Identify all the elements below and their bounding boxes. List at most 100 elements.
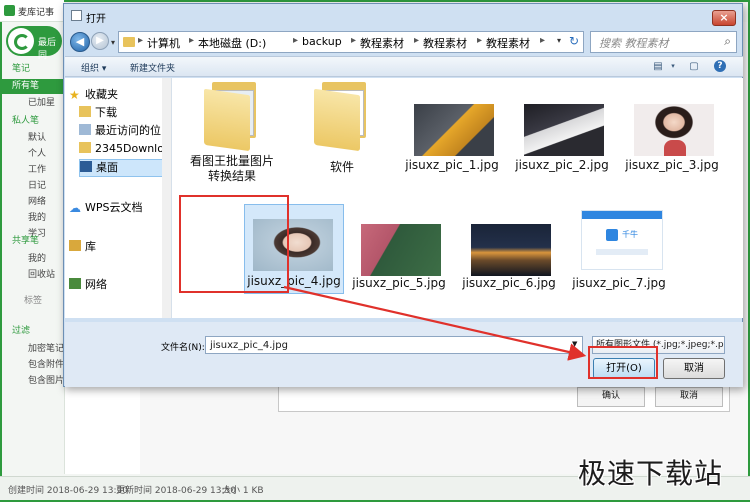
breadcrumb-item[interactable]: 本地磁盘 (D:)	[198, 35, 266, 51]
file-name: jisuxz_pic_3.jpg	[625, 158, 719, 172]
image-thumbnail	[634, 104, 714, 156]
nav-desktop[interactable]: 桌面	[79, 159, 171, 177]
app-logo-icon	[4, 5, 15, 16]
dialog-window-icon	[71, 10, 82, 21]
image-thumbnail	[361, 224, 441, 276]
search-placeholder: 搜索 教程素材	[599, 37, 669, 50]
new-folder-button[interactable]: 新建文件夹	[130, 61, 175, 74]
history-dropdown-icon[interactable]: ▾	[111, 38, 115, 47]
folder-item[interactable]: 软件	[290, 82, 394, 174]
search-icon[interactable]: ⌕	[724, 34, 731, 49]
nav-wps-cloud[interactable]: ☁ WPS云文档	[69, 200, 143, 216]
nav-scrollbar[interactable]	[162, 78, 171, 318]
filename-label: 文件名(N):	[161, 343, 205, 353]
star-icon: ★	[69, 88, 80, 102]
breadcrumb-item[interactable]: 教程素材	[423, 35, 467, 51]
breadcrumb-item[interactable]: 计算机	[147, 35, 180, 51]
file-name: 软件	[329, 160, 354, 174]
search-box[interactable]: 搜索 教程素材 ⌕	[590, 31, 737, 53]
dialog-title: 打开	[86, 14, 106, 25]
download-folder-icon	[79, 106, 91, 117]
nav-label: 2345Downlo	[95, 142, 164, 155]
address-bar[interactable]: ▸ 计算机 ▸ 本地磁盘 (D:) ▸ backup ▸ 教程素材 ▸ 教程素材…	[118, 31, 584, 53]
nav-label: 最近访问的位	[95, 124, 161, 137]
nav-label: 库	[85, 240, 96, 253]
image-file-item[interactable]: jisuxz_pic_1.jpg	[400, 98, 504, 186]
chevron-down-icon[interactable]: ▼	[572, 340, 577, 348]
dialog-titlebar: 打开 ×	[64, 4, 742, 28]
image-file-item[interactable]: 千牛 jisuxz_pic_7.jpg	[567, 206, 671, 294]
recent-icon	[79, 124, 91, 135]
breadcrumb-item[interactable]: backup	[302, 35, 342, 48]
library-icon	[69, 240, 81, 251]
breadcrumb-item[interactable]: 教程素材	[486, 35, 530, 51]
nav-favorites[interactable]: ★ 收藏夹	[69, 87, 118, 103]
view-dropdown-icon[interactable]: ▾	[666, 60, 680, 73]
folder-icon	[79, 142, 91, 153]
address-dropdown-icon[interactable]: ▾	[557, 36, 561, 45]
desktop-icon	[80, 161, 92, 172]
filename-input[interactable]: jisuxz_pic_4.jpg	[205, 336, 583, 354]
created-time: 创建时间 2018-06-29 13:50	[8, 486, 128, 496]
folder-item[interactable]: 看图王批量图片 转换结果	[180, 82, 284, 200]
editor-cancel-button[interactable]: 取消	[655, 387, 723, 407]
chevron-right-icon: ▸	[414, 35, 420, 46]
file-name: 看图王批量图片 转换结果	[189, 154, 274, 183]
editor-ok-button[interactable]: 确认	[577, 387, 645, 407]
network-icon	[69, 278, 81, 289]
nav-network[interactable]: 网络	[69, 277, 107, 293]
chevron-right-icon: ▸	[540, 35, 546, 46]
chevron-right-icon: ▸	[351, 35, 357, 46]
nav-recent[interactable]: 最近访问的位	[79, 123, 161, 139]
folder-icon	[123, 37, 135, 47]
nav-2345downloads[interactable]: 2345Downlo	[79, 141, 164, 157]
cloud-icon: ☁	[69, 201, 81, 215]
refresh-icon[interactable]: ↻	[569, 34, 579, 48]
chevron-right-icon: ▸	[189, 35, 195, 46]
chevron-right-icon: ▸	[293, 35, 299, 46]
preview-pane-icon[interactable]: ▢	[687, 60, 701, 73]
navigation-pane: ★ 收藏夹 下载 最近访问的位 2345Downlo 桌面 ☁ WPS云文档 库 网…	[65, 78, 172, 318]
file-name: jisuxz_pic_5.jpg	[352, 276, 446, 290]
close-icon[interactable]: ×	[712, 10, 736, 26]
folder-icon	[202, 82, 266, 154]
sync-button[interactable]: 最后同	[6, 26, 62, 61]
notes-sidebar: 笔记 所有笔 已加星 私人笔 默认 个人 工作 日记 网络 我的 学习 共享笔 我的 回收站 标签 过滤 加密笔…	[0, 62, 76, 412]
nav-label: 下载	[95, 106, 117, 119]
view-options-icon[interactable]: ▤	[651, 60, 665, 73]
file-name: jisuxz_pic_6.jpg	[462, 276, 556, 290]
app-titlebar: 麦库记事	[0, 0, 64, 22]
open-file-dialog: 打开 × ◀ ▶ ▾ ▸ 计算机 ▸ 本地磁盘 (D:) ▸ backup ▸ …	[63, 3, 743, 387]
selection-highlight-box	[179, 195, 289, 293]
chevron-right-icon: ▸	[138, 35, 144, 46]
organize-menu[interactable]: 组织 ▾	[81, 61, 106, 74]
image-thumbnail	[414, 104, 494, 156]
nav-label: WPS云文档	[85, 201, 143, 214]
nav-label: 收藏夹	[85, 88, 118, 101]
sync-button-label: 最后同	[38, 38, 57, 61]
nav-label: 桌面	[96, 161, 118, 174]
note-size: 大小 1 KB	[222, 486, 264, 496]
nav-libraries[interactable]: 库	[69, 239, 96, 255]
breadcrumb-item[interactable]: 教程素材	[360, 35, 404, 51]
image-thumbnail	[524, 104, 604, 156]
folder-icon	[312, 82, 376, 154]
image-file-item[interactable]: jisuxz_pic_3.jpg	[620, 98, 724, 186]
image-file-item[interactable]: jisuxz_pic_2.jpg	[510, 98, 614, 186]
app-thumb-label: 千牛	[622, 230, 638, 239]
updated-time: 更新时间 2018-06-29 13:50	[116, 486, 236, 496]
image-thumbnail	[471, 224, 551, 276]
forward-arrow-icon[interactable]: ▶	[91, 32, 109, 50]
file-name: jisuxz_pic_2.jpg	[515, 158, 609, 172]
back-arrow-icon[interactable]: ◀	[70, 32, 90, 52]
help-icon[interactable]: ?	[714, 60, 726, 72]
dialog-toolbar: 组织 ▾ 新建文件夹 ▤ ▾ ▢ ?	[65, 56, 743, 77]
cancel-button[interactable]: 取消	[663, 358, 725, 379]
chevron-right-icon: ▸	[477, 35, 483, 46]
image-file-item[interactable]: jisuxz_pic_6.jpg	[457, 218, 561, 306]
app-title: 麦库记事	[18, 8, 55, 18]
open-button-highlight-box	[588, 346, 658, 379]
nav-downloads[interactable]: 下载	[79, 105, 117, 121]
image-file-item[interactable]: jisuxz_pic_5.jpg	[347, 218, 451, 306]
image-thumbnail: 千牛	[581, 210, 663, 270]
